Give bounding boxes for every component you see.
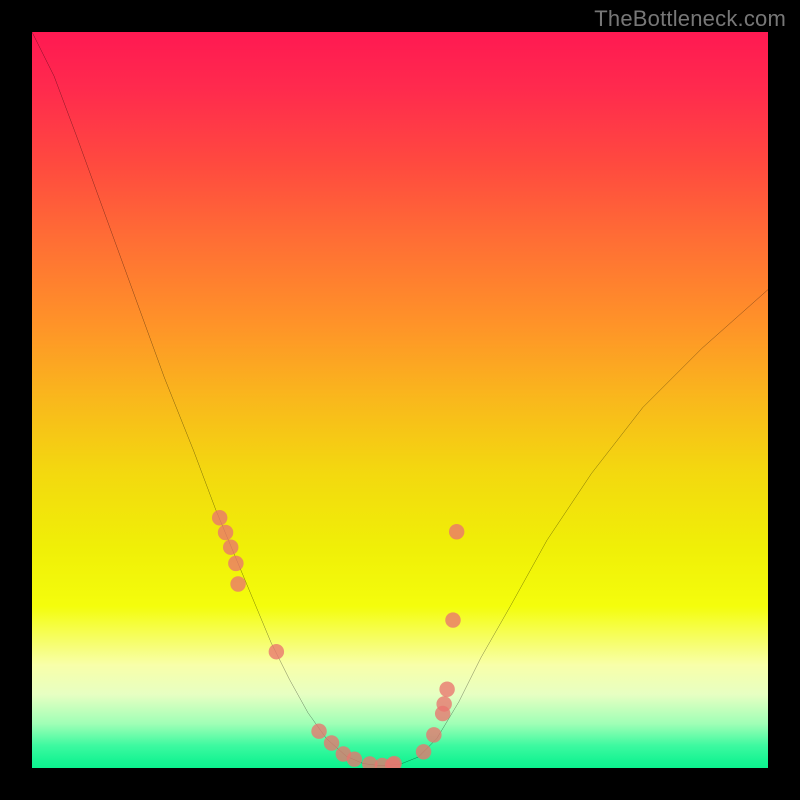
- scatter-dot: [449, 524, 464, 539]
- scatter-dot: [416, 744, 431, 759]
- chart-frame: TheBottleneck.com: [0, 0, 800, 800]
- scatter-dot: [311, 723, 326, 738]
- scatter-dot: [436, 696, 451, 711]
- scatter-dot: [230, 576, 245, 591]
- scatter-dots-group: [212, 510, 464, 768]
- scatter-dot: [218, 525, 233, 540]
- scatter-dot: [223, 539, 238, 554]
- scatter-dot: [212, 510, 227, 525]
- bottleneck-curve-line: [32, 32, 768, 766]
- scatter-dot: [445, 612, 460, 627]
- scatter-dot: [324, 735, 339, 750]
- scatter-dot: [228, 556, 243, 571]
- chart-svg: [32, 32, 768, 768]
- scatter-dot: [439, 682, 454, 697]
- scatter-dot: [386, 756, 401, 768]
- chart-plot-area: [32, 32, 768, 768]
- scatter-dot: [347, 751, 362, 766]
- scatter-dot: [269, 644, 284, 659]
- watermark-text: TheBottleneck.com: [594, 6, 786, 32]
- scatter-dot: [426, 727, 441, 742]
